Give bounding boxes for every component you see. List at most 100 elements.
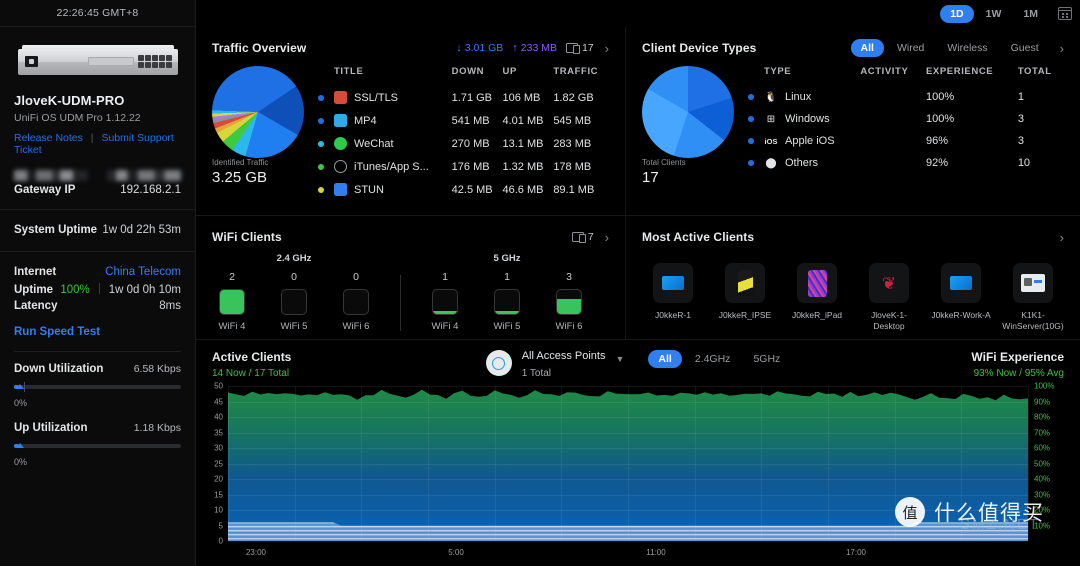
chart-filter-5ghz-button[interactable]: 5GHz xyxy=(743,350,790,368)
table-row[interactable]: SSL/TLS 1.71 GB 106 MB 1.82 GB xyxy=(318,86,609,109)
list-item[interactable]: 2 WiFi 4 xyxy=(212,271,252,332)
traffic-col-title: TITLE xyxy=(334,66,364,77)
table-row[interactable]: ⬤ Others 92% 10 xyxy=(748,152,1064,174)
range-1d-button[interactable]: 1D xyxy=(940,4,974,23)
table-row[interactable]: 🐧 Linux 100% 1 xyxy=(748,86,1064,108)
y-axis-tick: 35 xyxy=(214,428,223,438)
most-active-clients-title: Most Active Clients xyxy=(642,230,755,244)
most-active-clients-expand-chevron-icon[interactable]: › xyxy=(1058,230,1064,245)
client-row-experience: 100% xyxy=(925,113,955,125)
client-device-types-table: TYPE ACTIVITY EXPERIENCE TOTAL 🐧 Linux 10… xyxy=(748,66,1064,174)
client-types-donut-chart: Total Clients 17 xyxy=(642,66,734,186)
filter-guest-button[interactable]: Guest xyxy=(1001,39,1049,57)
table-row[interactable]: iTunes/App S... 176 MB 1.32 MB 178 MB xyxy=(318,155,609,178)
latency-label: Latency xyxy=(14,300,58,312)
client-device-types-expand-chevron-icon[interactable]: › xyxy=(1058,41,1064,56)
list-item[interactable]: 1 WiFi 4 xyxy=(425,271,465,332)
run-speed-test-link[interactable]: Run Speed Test xyxy=(14,326,181,338)
ios-icon: iOS xyxy=(764,136,778,146)
wifi-level-box xyxy=(432,289,458,315)
wifi-client-count: 7 xyxy=(571,231,594,243)
gridline-vertical xyxy=(1028,386,1029,542)
wifi-clients-title: WiFi Clients xyxy=(212,230,282,244)
down-utilization-label: Down Utilization xyxy=(14,363,104,375)
up-utilization-value: 1.18 Kbps xyxy=(133,422,181,434)
phone-icon xyxy=(725,263,765,303)
wifi-count: 0 xyxy=(291,271,297,283)
filter-wired-button[interactable]: Wired xyxy=(887,39,934,57)
calendar-icon[interactable] xyxy=(1058,7,1072,20)
traffic-row-down: 270 MB xyxy=(451,137,490,150)
y2-axis-tick: 80% xyxy=(1034,412,1051,422)
traffic-overview-expand-chevron-icon[interactable]: › xyxy=(603,41,609,56)
up-utilization-label: Up Utilization xyxy=(14,422,88,434)
client-row-type: Windows xyxy=(785,113,830,125)
wifi-level-box xyxy=(343,289,369,315)
internet-isp-value[interactable]: China Telecom xyxy=(105,266,181,278)
active-clients-chart-panel: Active Clients 14 Now / 17 Total All Acc… xyxy=(196,340,1080,557)
wifi-clients-expand-chevron-icon[interactable]: › xyxy=(603,230,609,245)
traffic-col-down: DOWN xyxy=(451,66,485,77)
up-utilization-bar xyxy=(14,444,181,448)
wifi-standard-label: WiFi 4 xyxy=(431,321,459,332)
gateway-ip-row: Gateway IP 192.168.2.1 xyxy=(14,184,181,196)
list-item[interactable]: J0kkeR_iPad xyxy=(786,263,848,331)
down-utilization-value: 6.58 Kbps xyxy=(133,363,181,375)
client-name: J0kkeR_IPSE xyxy=(718,310,772,320)
range-1w-button[interactable]: 1W xyxy=(976,5,1012,23)
list-item[interactable]: K1K1-WinServer(10G) xyxy=(1002,263,1064,331)
gateway-ip-value: 192.168.2.1 xyxy=(120,184,181,196)
internet-block: Internet China Telecom Uptime 100% 1w 0d… xyxy=(0,252,195,480)
traffic-table: TITLE DOWN UP TRAFFIC SSL/TLS 1.71 GB 10… xyxy=(318,66,609,201)
x-axis-tick: 23:00 xyxy=(245,548,267,558)
table-row[interactable]: WeChat 270 MB 13.1 MB 283 MB xyxy=(318,132,609,155)
time-range-segmented-control: 1D 1W 1M xyxy=(940,4,1048,23)
gridline-vertical xyxy=(428,386,429,542)
filter-all-button[interactable]: All xyxy=(850,39,884,57)
chart-filter-24ghz-button[interactable]: 2.4GHz xyxy=(685,350,741,368)
table-row[interactable]: iOS Apple iOS 96% 3 xyxy=(748,130,1064,152)
list-item[interactable]: J0kkeR-1 xyxy=(642,263,704,331)
table-row[interactable]: MP4 541 MB 4.01 MB 545 MB xyxy=(318,109,609,132)
link-separator: | xyxy=(90,132,94,144)
list-item[interactable]: J0kkeR-Work-A xyxy=(930,263,992,331)
release-notes-link[interactable]: Release Notes xyxy=(14,132,83,144)
down-utilization-bar xyxy=(14,382,181,392)
traffic-row-traffic: 283 MB xyxy=(553,137,592,150)
panel-grid: Traffic Overview ↓ 3.01 GB ↑ 233 MB 17 ›… xyxy=(196,27,1080,341)
list-item[interactable]: 3 WiFi 6 xyxy=(549,271,589,332)
chart-filter-all-button[interactable]: All xyxy=(648,350,682,369)
traffic-col-up: UP xyxy=(502,66,517,77)
list-item[interactable]: 1 WiFi 5 xyxy=(487,271,527,332)
list-item[interactable]: ❦ JloveK-1-Desktop xyxy=(858,263,920,331)
y-axis-tick: 45 xyxy=(214,397,223,407)
traffic-donut-value: 3.25 GB xyxy=(212,169,268,186)
uptime-divider xyxy=(98,283,100,294)
wifi-clients-panel: WiFi Clients 7 › 2.4 GHz 2 WiFi 4 0 WiFi… xyxy=(196,216,625,339)
wifi-experience-title: WiFi Experience xyxy=(971,350,1064,365)
up-utilization-block: Up Utilization 1.18 Kbps 0% xyxy=(14,422,181,467)
client-col-total: TOTAL xyxy=(1017,66,1052,77)
client-row-total: 3 xyxy=(1017,113,1024,125)
filter-wireless-button[interactable]: Wireless xyxy=(937,39,997,57)
list-item[interactable]: J0kkeR_IPSE xyxy=(714,263,776,331)
client-type-filter-group: All Wired Wireless Guest xyxy=(850,39,1049,57)
list-item[interactable]: 0 WiFi 6 xyxy=(336,271,376,332)
wifi-level-box xyxy=(219,289,245,315)
range-1m-button[interactable]: 1M xyxy=(1013,5,1048,23)
devices-icon xyxy=(571,232,586,243)
chevron-down-icon[interactable]: ▼ xyxy=(615,354,624,364)
y-axis-tick: 30 xyxy=(214,443,223,453)
gridline-vertical xyxy=(294,386,296,542)
wifi-standard-label: WiFi 6 xyxy=(342,321,370,332)
gridline-vertical xyxy=(561,386,563,542)
latency-row: Latency 8ms xyxy=(14,298,181,314)
table-row[interactable]: STUN 42.5 MB 46.6 MB 89.1 MB xyxy=(318,178,609,201)
chart-title: Active Clients xyxy=(212,350,292,365)
list-item[interactable]: 0 WiFi 5 xyxy=(274,271,314,332)
monitor-icon xyxy=(941,263,981,303)
access-points-selector-label[interactable]: All Access Points xyxy=(522,350,606,362)
wifi-standard-label: WiFi 6 xyxy=(555,321,583,332)
traffic-row-traffic: 178 MB xyxy=(553,160,592,173)
table-row[interactable]: ⊞ Windows 100% 3 xyxy=(748,108,1064,130)
